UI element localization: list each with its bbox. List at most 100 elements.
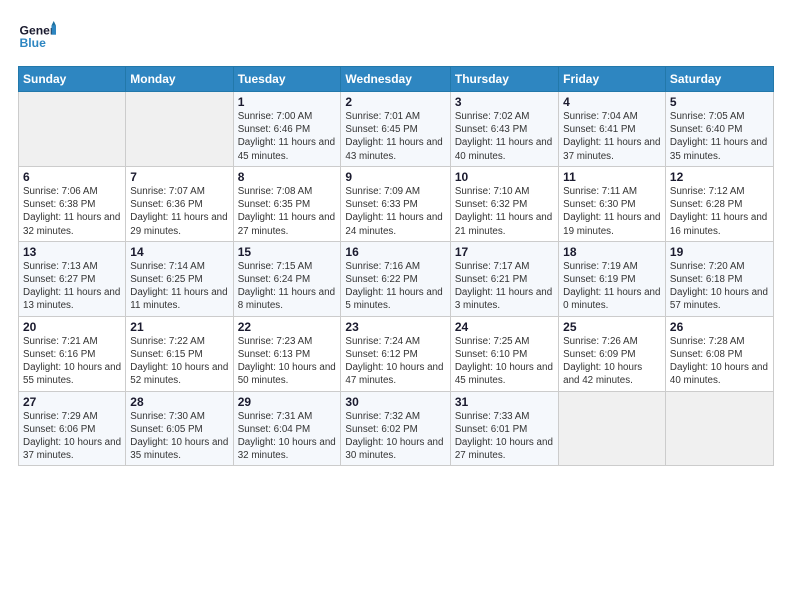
day-number: 18 [563,245,661,259]
day-number: 24 [455,320,554,334]
day-detail: Sunrise: 7:32 AMSunset: 6:02 PMDaylight:… [345,410,445,463]
weekday-header-saturday: Saturday [665,67,773,92]
day-detail: Sunrise: 7:22 AMSunset: 6:15 PMDaylight:… [130,335,228,388]
calendar-cell: 24Sunrise: 7:25 AMSunset: 6:10 PMDayligh… [450,316,558,391]
calendar-cell: 4Sunrise: 7:04 AMSunset: 6:41 PMDaylight… [559,92,666,167]
day-detail: Sunrise: 7:21 AMSunset: 6:16 PMDaylight:… [23,335,121,388]
week-row-1: 1Sunrise: 7:00 AMSunset: 6:46 PMDaylight… [19,92,774,167]
week-row-5: 27Sunrise: 7:29 AMSunset: 6:06 PMDayligh… [19,391,774,466]
calendar-cell: 7Sunrise: 7:07 AMSunset: 6:36 PMDaylight… [126,166,233,241]
calendar-cell: 11Sunrise: 7:11 AMSunset: 6:30 PMDayligh… [559,166,666,241]
day-detail: Sunrise: 7:05 AMSunset: 6:40 PMDaylight:… [670,110,769,163]
day-detail: Sunrise: 7:01 AMSunset: 6:45 PMDaylight:… [345,110,445,163]
day-detail: Sunrise: 7:33 AMSunset: 6:01 PMDaylight:… [455,410,554,463]
calendar-cell: 22Sunrise: 7:23 AMSunset: 6:13 PMDayligh… [233,316,341,391]
calendar-cell: 31Sunrise: 7:33 AMSunset: 6:01 PMDayligh… [450,391,558,466]
calendar-cell: 30Sunrise: 7:32 AMSunset: 6:02 PMDayligh… [341,391,450,466]
calendar-cell: 23Sunrise: 7:24 AMSunset: 6:12 PMDayligh… [341,316,450,391]
calendar-cell: 28Sunrise: 7:30 AMSunset: 6:05 PMDayligh… [126,391,233,466]
calendar-cell [559,391,666,466]
svg-text:Blue: Blue [20,36,47,50]
day-detail: Sunrise: 7:23 AMSunset: 6:13 PMDaylight:… [238,335,337,388]
weekday-header-tuesday: Tuesday [233,67,341,92]
calendar-cell: 8Sunrise: 7:08 AMSunset: 6:35 PMDaylight… [233,166,341,241]
day-detail: Sunrise: 7:30 AMSunset: 6:05 PMDaylight:… [130,410,228,463]
calendar-cell: 10Sunrise: 7:10 AMSunset: 6:32 PMDayligh… [450,166,558,241]
day-number: 22 [238,320,337,334]
calendar-cell [665,391,773,466]
header: General Blue [18,18,774,56]
day-number: 4 [563,95,661,109]
day-number: 1 [238,95,337,109]
weekday-header-sunday: Sunday [19,67,126,92]
day-detail: Sunrise: 7:17 AMSunset: 6:21 PMDaylight:… [455,260,554,313]
weekday-header-thursday: Thursday [450,67,558,92]
day-number: 28 [130,395,228,409]
day-number: 25 [563,320,661,334]
day-number: 12 [670,170,769,184]
day-number: 13 [23,245,121,259]
day-number: 5 [670,95,769,109]
day-number: 21 [130,320,228,334]
day-detail: Sunrise: 7:10 AMSunset: 6:32 PMDaylight:… [455,185,554,238]
weekday-header-row: SundayMondayTuesdayWednesdayThursdayFrid… [19,67,774,92]
day-detail: Sunrise: 7:24 AMSunset: 6:12 PMDaylight:… [345,335,445,388]
day-detail: Sunrise: 7:29 AMSunset: 6:06 PMDaylight:… [23,410,121,463]
calendar-cell: 17Sunrise: 7:17 AMSunset: 6:21 PMDayligh… [450,241,558,316]
calendar-cell: 20Sunrise: 7:21 AMSunset: 6:16 PMDayligh… [19,316,126,391]
calendar-cell: 21Sunrise: 7:22 AMSunset: 6:15 PMDayligh… [126,316,233,391]
calendar-cell: 13Sunrise: 7:13 AMSunset: 6:27 PMDayligh… [19,241,126,316]
calendar-cell: 9Sunrise: 7:09 AMSunset: 6:33 PMDaylight… [341,166,450,241]
calendar-cell: 5Sunrise: 7:05 AMSunset: 6:40 PMDaylight… [665,92,773,167]
calendar-cell: 19Sunrise: 7:20 AMSunset: 6:18 PMDayligh… [665,241,773,316]
week-row-3: 13Sunrise: 7:13 AMSunset: 6:27 PMDayligh… [19,241,774,316]
day-number: 19 [670,245,769,259]
day-number: 6 [23,170,121,184]
day-number: 26 [670,320,769,334]
day-number: 14 [130,245,228,259]
day-detail: Sunrise: 7:13 AMSunset: 6:27 PMDaylight:… [23,260,121,313]
logo-icon: General Blue [18,18,56,56]
calendar-cell: 1Sunrise: 7:00 AMSunset: 6:46 PMDaylight… [233,92,341,167]
page: General Blue SundayMondayTuesdayWednesda… [0,0,792,612]
weekday-header-wednesday: Wednesday [341,67,450,92]
day-number: 7 [130,170,228,184]
calendar-cell: 16Sunrise: 7:16 AMSunset: 6:22 PMDayligh… [341,241,450,316]
day-detail: Sunrise: 7:12 AMSunset: 6:28 PMDaylight:… [670,185,769,238]
day-detail: Sunrise: 7:02 AMSunset: 6:43 PMDaylight:… [455,110,554,163]
day-number: 11 [563,170,661,184]
day-number: 20 [23,320,121,334]
calendar-cell: 15Sunrise: 7:15 AMSunset: 6:24 PMDayligh… [233,241,341,316]
calendar-cell: 29Sunrise: 7:31 AMSunset: 6:04 PMDayligh… [233,391,341,466]
day-detail: Sunrise: 7:08 AMSunset: 6:35 PMDaylight:… [238,185,337,238]
calendar-body: 1Sunrise: 7:00 AMSunset: 6:46 PMDaylight… [19,92,774,466]
day-detail: Sunrise: 7:20 AMSunset: 6:18 PMDaylight:… [670,260,769,313]
day-detail: Sunrise: 7:28 AMSunset: 6:08 PMDaylight:… [670,335,769,388]
calendar-header: SundayMondayTuesdayWednesdayThursdayFrid… [19,67,774,92]
day-detail: Sunrise: 7:14 AMSunset: 6:25 PMDaylight:… [130,260,228,313]
day-number: 17 [455,245,554,259]
week-row-2: 6Sunrise: 7:06 AMSunset: 6:38 PMDaylight… [19,166,774,241]
day-detail: Sunrise: 7:06 AMSunset: 6:38 PMDaylight:… [23,185,121,238]
day-detail: Sunrise: 7:19 AMSunset: 6:19 PMDaylight:… [563,260,661,313]
day-detail: Sunrise: 7:26 AMSunset: 6:09 PMDaylight:… [563,335,661,388]
day-number: 2 [345,95,445,109]
day-detail: Sunrise: 7:07 AMSunset: 6:36 PMDaylight:… [130,185,228,238]
weekday-header-friday: Friday [559,67,666,92]
day-detail: Sunrise: 7:00 AMSunset: 6:46 PMDaylight:… [238,110,337,163]
day-detail: Sunrise: 7:04 AMSunset: 6:41 PMDaylight:… [563,110,661,163]
calendar-cell: 2Sunrise: 7:01 AMSunset: 6:45 PMDaylight… [341,92,450,167]
day-detail: Sunrise: 7:15 AMSunset: 6:24 PMDaylight:… [238,260,337,313]
calendar-cell: 26Sunrise: 7:28 AMSunset: 6:08 PMDayligh… [665,316,773,391]
day-number: 9 [345,170,445,184]
week-row-4: 20Sunrise: 7:21 AMSunset: 6:16 PMDayligh… [19,316,774,391]
calendar-cell: 25Sunrise: 7:26 AMSunset: 6:09 PMDayligh… [559,316,666,391]
day-number: 31 [455,395,554,409]
day-number: 8 [238,170,337,184]
day-number: 15 [238,245,337,259]
day-number: 23 [345,320,445,334]
calendar-cell: 27Sunrise: 7:29 AMSunset: 6:06 PMDayligh… [19,391,126,466]
calendar-cell: 18Sunrise: 7:19 AMSunset: 6:19 PMDayligh… [559,241,666,316]
calendar-table: SundayMondayTuesdayWednesdayThursdayFrid… [18,66,774,466]
day-detail: Sunrise: 7:11 AMSunset: 6:30 PMDaylight:… [563,185,661,238]
